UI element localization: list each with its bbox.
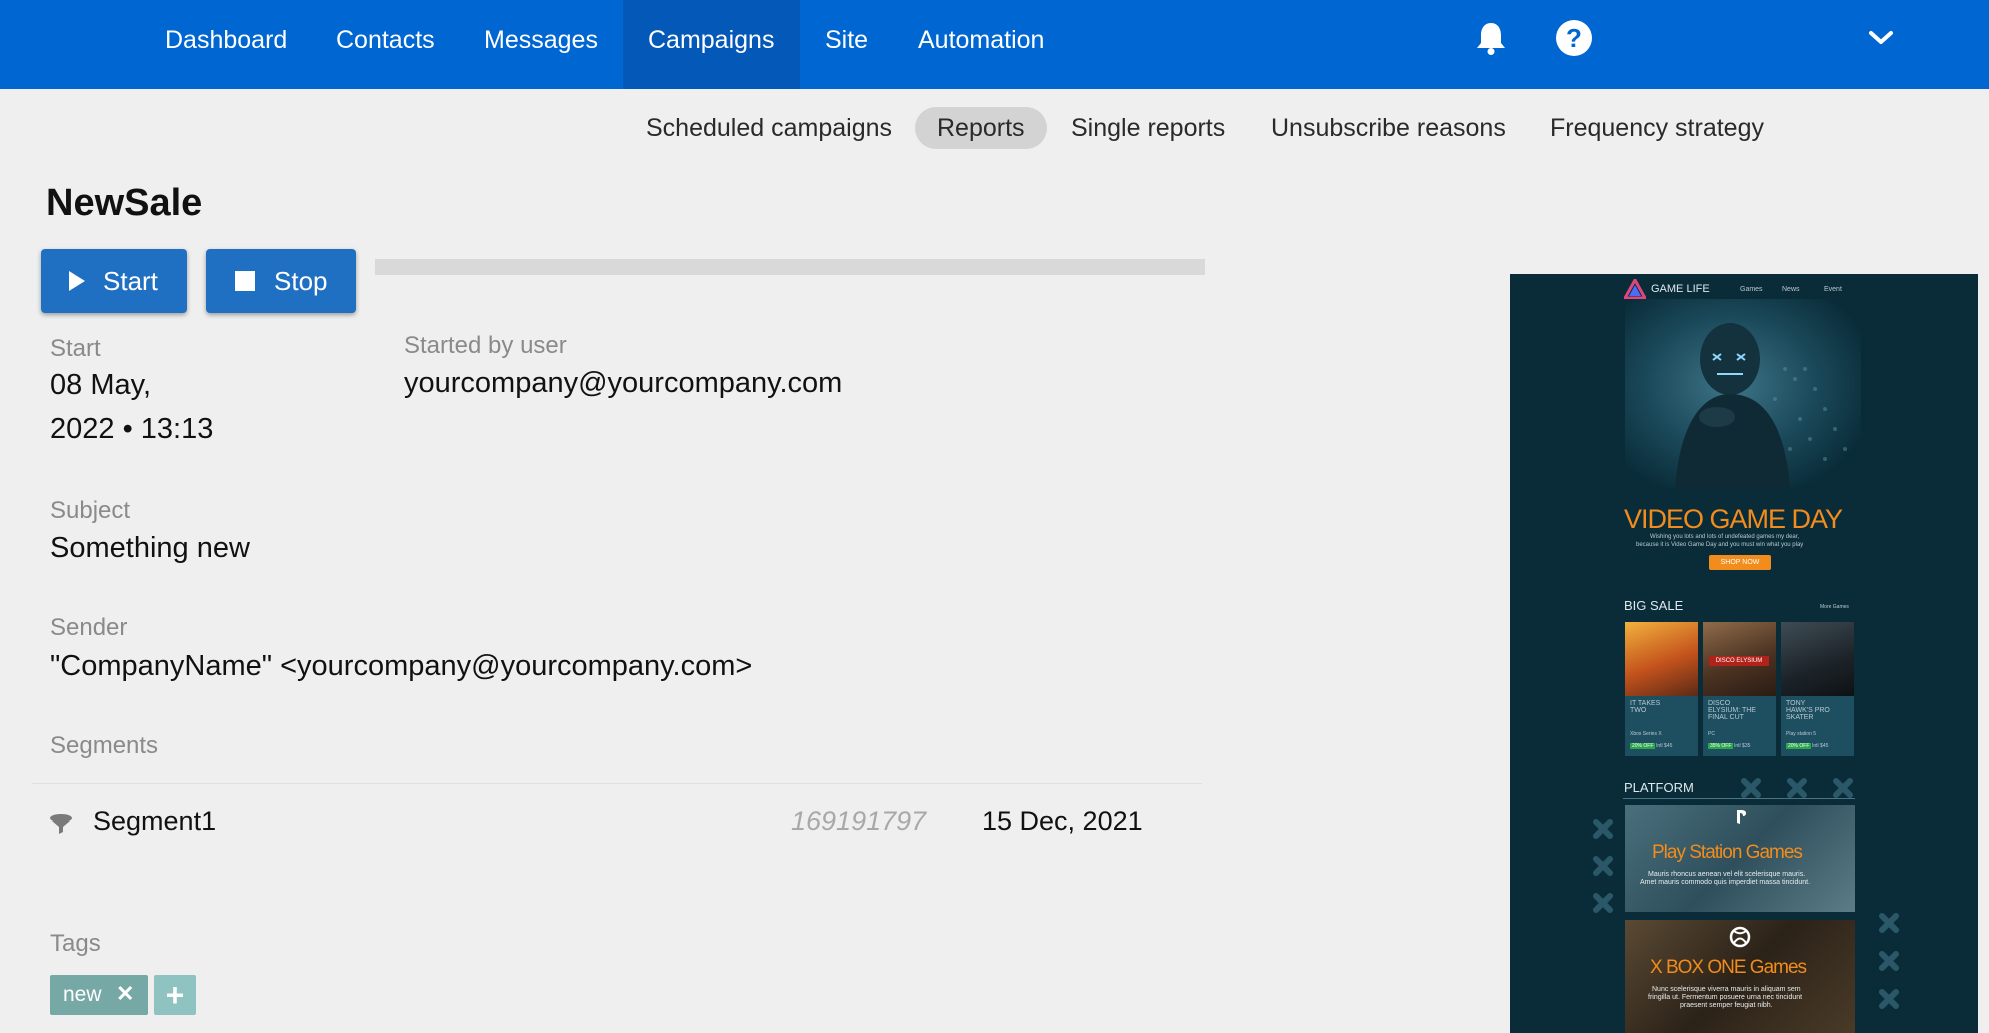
help-glyph: ? xyxy=(1556,20,1592,56)
tags-label: Tags xyxy=(50,930,101,957)
preview-ps-title: Play Station Games xyxy=(1652,842,1803,863)
help-icon[interactable]: ? xyxy=(1554,18,1594,58)
nav-item-site[interactable]: Site xyxy=(800,0,893,89)
nav-item-campaigns[interactable]: Campaigns xyxy=(623,0,800,89)
start-time: 2022 • 13:13 xyxy=(50,413,214,445)
stop-button-label: Stop xyxy=(274,265,328,296)
product-3-discount: 20% OFF xyxy=(1786,743,1812,749)
sender-label: Sender xyxy=(50,614,128,641)
subnav-frequency-strategy[interactable]: Frequency strategy xyxy=(1528,107,1786,149)
segment-date: 15 Dec, 2021 xyxy=(982,806,1143,836)
product-3-name-1: TONY xyxy=(1786,700,1806,707)
stop-button[interactable]: Stop xyxy=(206,249,356,313)
product-3-platform: Play station 5 xyxy=(1786,731,1817,737)
product-2-price: Intl $35 xyxy=(1734,743,1751,749)
segment-name[interactable]: Segment1 xyxy=(93,806,216,837)
tag-label: new xyxy=(63,983,102,1006)
preview-platform-title: PLATFORM xyxy=(1624,780,1694,795)
started-by-label: Started by user xyxy=(404,332,567,359)
tag-chip: new ✕ xyxy=(50,975,148,1015)
product-2-name-3: FINAL CUT xyxy=(1708,714,1744,721)
nav-item-dashboard[interactable]: Dashboard xyxy=(140,0,312,89)
preview-hero-text-1: Wishing you lots and lots of undefeated … xyxy=(1650,534,1800,540)
play-icon xyxy=(69,271,85,291)
segments-label: Segments xyxy=(50,732,159,759)
subnav-reports[interactable]: Reports xyxy=(915,107,1047,149)
start-label: Start xyxy=(50,335,101,362)
product-2-discount: 35% OFF xyxy=(1708,743,1734,749)
bell-icon[interactable] xyxy=(1471,18,1511,58)
chevron-down-icon[interactable] xyxy=(1861,18,1901,58)
product-1-platform: Xbox Series X xyxy=(1630,731,1662,737)
product-image-it-takes-two xyxy=(1625,622,1698,696)
product-3-price: Intl $45 xyxy=(1812,743,1829,749)
email-preview[interactable]: GAME LIFE Games News Event VIDEO GAME DA… xyxy=(1510,274,1978,1033)
nav-item-messages[interactable]: Messages xyxy=(459,0,623,89)
hero-image xyxy=(1625,299,1861,489)
add-tag-button[interactable]: + xyxy=(154,975,196,1015)
preview-sale-link[interactable]: More Games xyxy=(1820,604,1849,610)
close-icon[interactable]: ✕ xyxy=(116,981,134,1007)
started-by-value: yourcompany@yourcompany.com xyxy=(404,367,843,399)
segments-divider xyxy=(32,783,1202,784)
product-2-name-2: ELYSIUM: THE xyxy=(1708,707,1756,714)
subnav-single-reports[interactable]: Single reports xyxy=(1049,107,1247,149)
product-image-tony-hawk xyxy=(1781,622,1854,696)
sender-value: "CompanyName" <yourcompany@yourcompany.c… xyxy=(50,650,753,682)
preview-xbox-title: X BOX ONE Games xyxy=(1650,957,1807,978)
start-button-label: Start xyxy=(103,265,158,296)
nav-item-contacts[interactable]: Contacts xyxy=(311,0,460,89)
preview-ps-text-1: Mauris rhoncus aenean vel elit scelerisq… xyxy=(1648,871,1806,878)
subnav-unsubscribe-reasons[interactable]: Unsubscribe reasons xyxy=(1249,107,1528,149)
preview-xbox-text-2: fringilla ut. Fermentum posuere urna nec… xyxy=(1648,994,1803,1001)
nav-item-automation[interactable]: Automation xyxy=(893,0,1069,89)
product-2-name-1: DISCO xyxy=(1708,700,1731,707)
subject-value: Something new xyxy=(50,532,250,564)
top-navigation-bar: Dashboard Contacts Messages Campaigns Si… xyxy=(0,0,1989,89)
preview-ps-text-2: Amet mauris commodo quis imperdiet massa… xyxy=(1640,879,1811,886)
subnav-scheduled-campaigns[interactable]: Scheduled campaigns xyxy=(624,107,914,149)
product-3-name-3: SKATER xyxy=(1786,714,1814,721)
page-title: NewSale xyxy=(46,182,203,224)
plus-icon: + xyxy=(165,977,185,1013)
preview-hero-title: VIDEO GAME DAY xyxy=(1624,504,1843,534)
product-1-discount: 20% OFF xyxy=(1630,743,1656,749)
subject-label: Subject xyxy=(50,497,131,524)
product-2-platform: PC xyxy=(1708,731,1715,737)
campaign-progress-bar xyxy=(375,259,1205,275)
product-1-price: Intl $45 xyxy=(1656,743,1673,749)
preview-xbox-text-1: Nunc scelerisque viverra mauris in aliqu… xyxy=(1652,986,1801,993)
product-3-name-2: HAWK'S PRO xyxy=(1786,707,1830,714)
preview-shop-now-button[interactable]: SHOP NOW xyxy=(1709,555,1771,570)
preview-hero-text-2: because it is Video Game Day and you mus… xyxy=(1636,542,1804,548)
stop-icon xyxy=(235,271,255,291)
product-1-name-2: TWO xyxy=(1630,707,1647,714)
preview-xbox-text-3: praesent semper feugiat nibh. xyxy=(1680,1002,1773,1009)
playstation-icon xyxy=(1737,810,1746,824)
product-image-disco-elysium: DISCO ELYSIUM xyxy=(1703,622,1776,696)
xbox-icon xyxy=(1729,926,1751,948)
preview-sale-title: BIG SALE xyxy=(1624,598,1684,613)
start-date: 08 May, xyxy=(50,369,152,401)
segment-id: 169191797 xyxy=(791,806,927,836)
disco-elysium-cover-text: DISCO ELYSIUM xyxy=(1709,656,1769,666)
product-1-name-1: IT TAKES xyxy=(1630,700,1661,707)
start-button[interactable]: Start xyxy=(41,249,187,313)
filter-icon xyxy=(50,814,72,834)
platform-divider xyxy=(1623,798,1855,799)
